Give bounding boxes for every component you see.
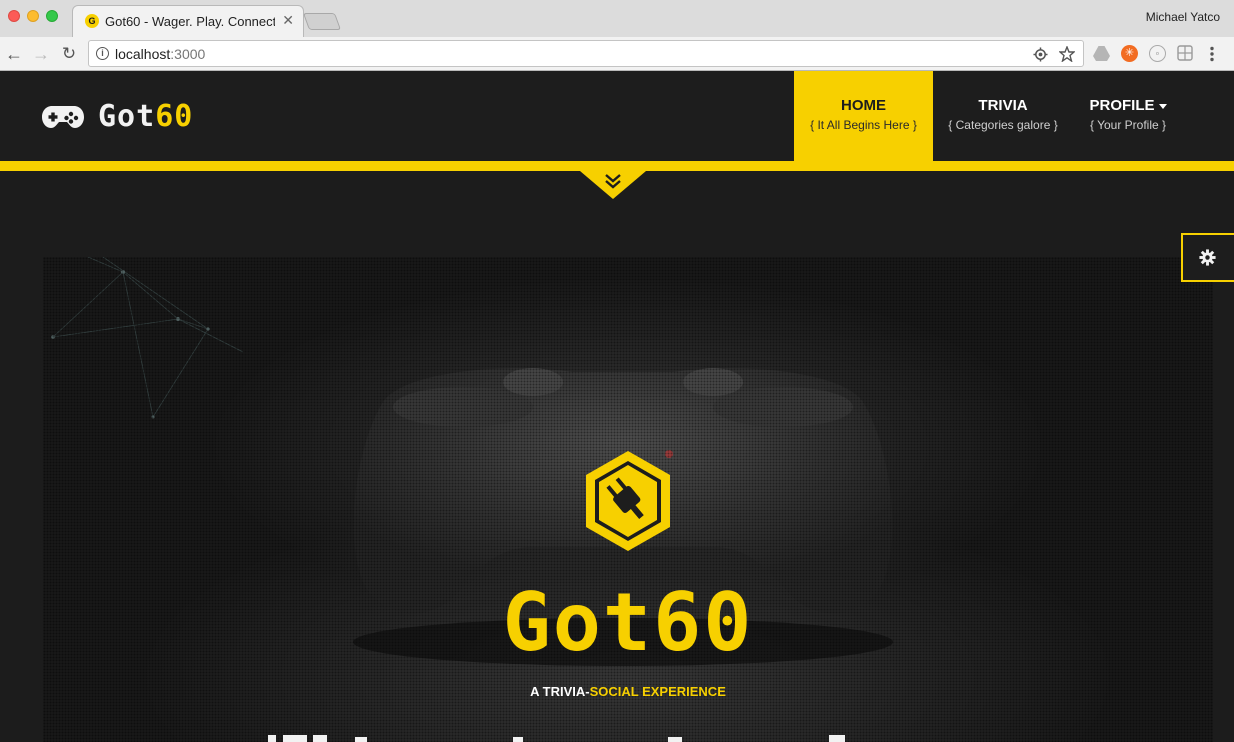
logo-text-yellow: 60: [155, 99, 194, 134]
tab-close-icon[interactable]: ✕: [282, 12, 294, 29]
tagline-white: A TRIVIA-: [530, 684, 590, 699]
tagline-yellow: SOCIAL EXPERIENCE: [589, 684, 726, 699]
nav-home-label: HOME: [841, 97, 886, 114]
forward-button[interactable]: →: [30, 43, 52, 65]
nav-trivia-label: TRIVIA: [978, 97, 1028, 114]
browser-toolbar: ← → ↻ i localhost:3000 ✳ ◦: [0, 37, 1234, 71]
nav-profile-subtitle: { Your Profile }: [1089, 118, 1167, 132]
nav-home-subtitle: { It All Begins Here }: [810, 118, 917, 132]
logo-text-white: Got: [98, 99, 156, 134]
header-accent-bar: [0, 161, 1234, 171]
site-header: Got60 HOME { It All Begins Here } TRIVIA…: [0, 71, 1234, 161]
tab-favicon-icon: G: [85, 14, 99, 28]
bookmark-star-icon[interactable]: [1059, 46, 1075, 62]
tab-title: Got60 - Wager. Play. Connect.: [105, 14, 275, 29]
nav-trivia[interactable]: TRIVIA { Categories galore }: [933, 71, 1073, 161]
settings-panel-toggle[interactable]: [1181, 233, 1234, 282]
url-host: localhost: [115, 46, 171, 62]
info-icon[interactable]: i: [96, 47, 109, 60]
extension-grid-icon[interactable]: [1177, 45, 1193, 61]
nav-profile-label: PROFILE: [1089, 97, 1155, 114]
profile-name[interactable]: Michael Yatco: [1146, 10, 1220, 24]
minimize-window-button[interactable]: [27, 10, 39, 22]
hero-tagline: A TRIVIA-SOCIAL EXPERIENCE: [43, 684, 1213, 699]
nav-profile[interactable]: PROFILE { Your Profile }: [1073, 71, 1183, 161]
gamepad-icon[interactable]: [42, 105, 84, 129]
hero-heading-cutoff: [268, 735, 845, 742]
nav-trivia-subtitle: { Categories galore }: [948, 118, 1058, 132]
address-bar[interactable]: i localhost:3000: [88, 40, 1084, 67]
nav-home[interactable]: HOME { It All Begins Here }: [794, 71, 933, 161]
double-chevron-down-icon[interactable]: [602, 173, 624, 191]
close-window-button[interactable]: [8, 10, 20, 22]
gear-icon[interactable]: [1199, 249, 1216, 266]
back-button[interactable]: ←: [3, 43, 25, 65]
reload-button[interactable]: ↻: [58, 43, 80, 65]
drive-icon[interactable]: [1093, 46, 1110, 61]
plug-icon: [586, 451, 670, 551]
extension-orange-icon[interactable]: ✳: [1121, 45, 1138, 62]
hero-banner: Got60 A TRIVIA-SOCIAL EXPERIENCE: [43, 257, 1213, 742]
browser-titlebar: G Got60 - Wager. Play. Connect. ✕ Michae…: [0, 0, 1234, 37]
url-port: :3000: [170, 46, 206, 62]
menu-kebab-icon[interactable]: [1209, 46, 1215, 62]
caret-down-icon: [1158, 103, 1167, 109]
site-logo[interactable]: Got60: [98, 99, 193, 134]
new-tab-button[interactable]: [302, 13, 342, 30]
maximize-window-button[interactable]: [46, 10, 58, 22]
browser-tab[interactable]: G Got60 - Wager. Play. Connect. ✕: [72, 5, 304, 37]
url-text[interactable]: localhost:3000: [115, 46, 205, 62]
nav-profile-label-wrap: PROFILE: [1073, 97, 1183, 114]
extension-circle-icon[interactable]: ◦: [1149, 45, 1166, 62]
hero-logo: Got60: [502, 576, 754, 669]
location-icon[interactable]: [1033, 47, 1048, 62]
